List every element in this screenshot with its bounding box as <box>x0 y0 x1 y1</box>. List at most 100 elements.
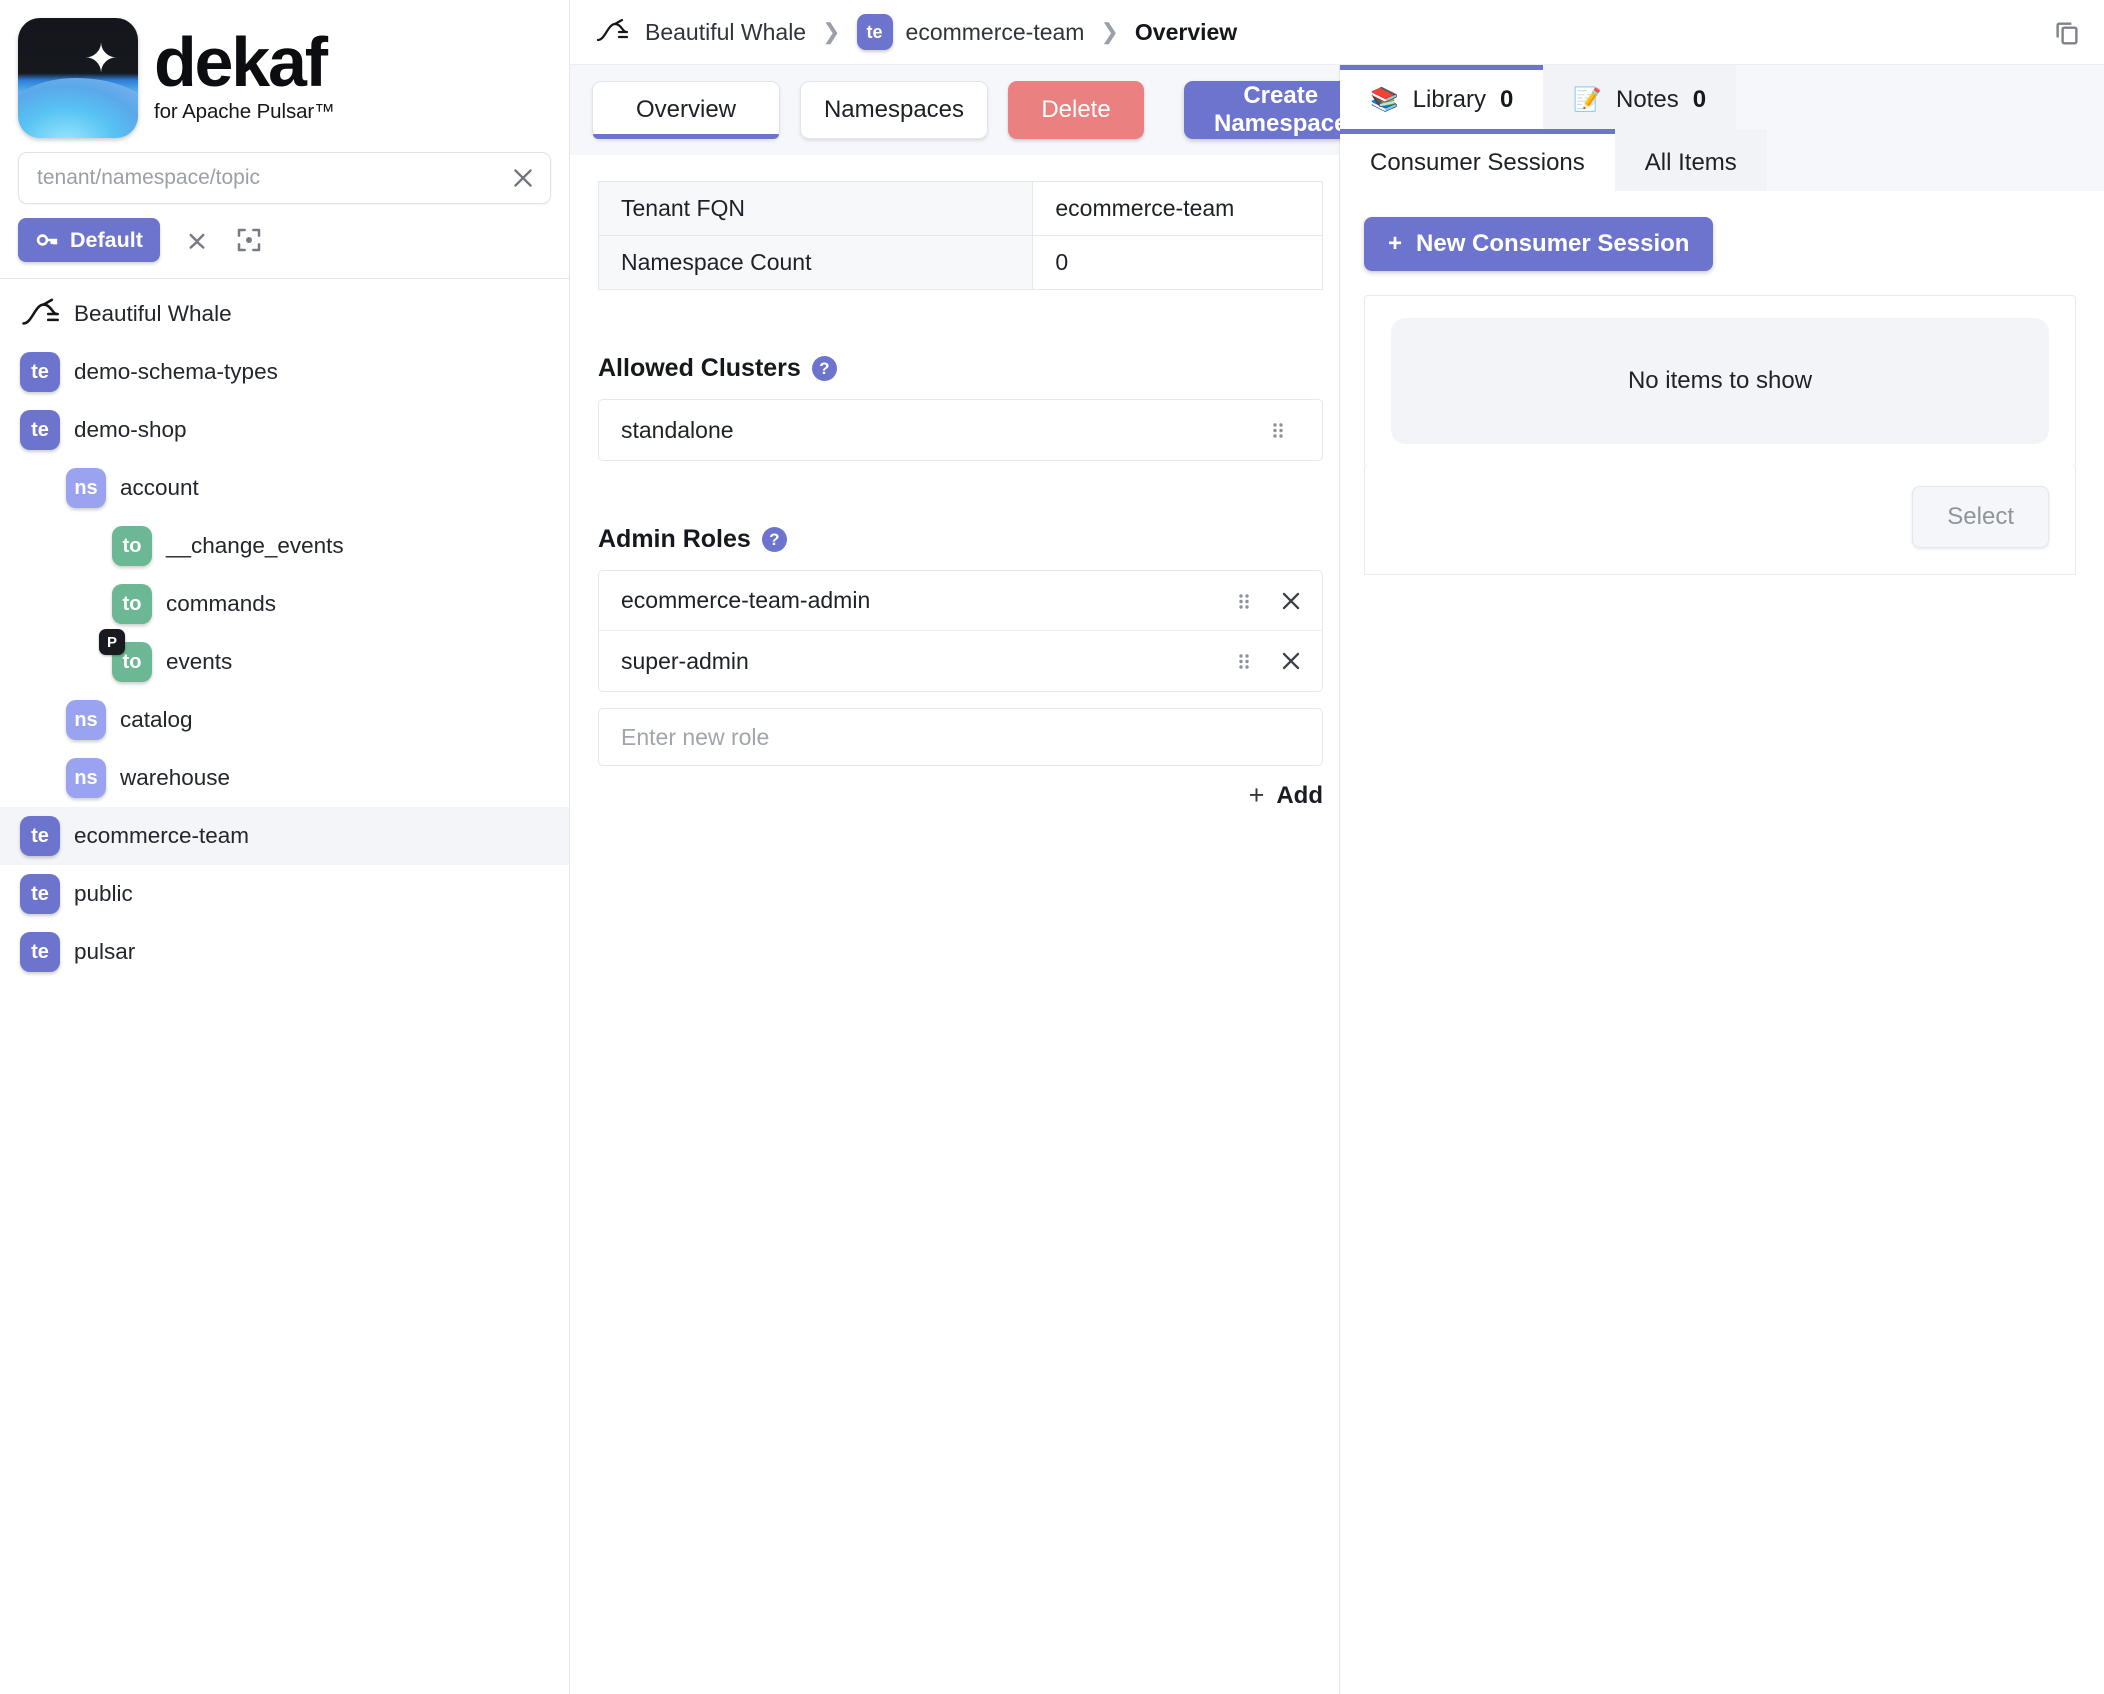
list-item[interactable]: super-admin <box>599 631 1322 691</box>
plus-icon: + <box>1248 780 1265 810</box>
tab-namespaces[interactable]: Namespaces <box>800 81 988 139</box>
right-pane: 📚 Library 0 📝 Notes 0 Consumer Sessions … <box>1340 65 2104 1694</box>
tree-item-label: Beautiful Whale <box>74 301 232 326</box>
breadcrumb: Beautiful Whale ❯ te ecommerce-team ❯ Ov… <box>570 0 2104 65</box>
resource-tree: Beautiful Whale te demo-schema-types te … <box>0 279 569 1694</box>
role-name: super-admin <box>621 647 749 674</box>
topic-badge: to <box>112 584 152 624</box>
help-icon[interactable]: ? <box>811 356 837 381</box>
remove-role-icon[interactable] <box>1278 648 1304 674</box>
profile-default-button[interactable]: Default <box>18 218 160 262</box>
breadcrumb-tenant[interactable]: te ecommerce-team <box>856 14 1084 50</box>
tree-item-warehouse[interactable]: ns warehouse <box>0 749 569 807</box>
tab-notes[interactable]: 📝 Notes 0 <box>1543 65 1737 129</box>
brand-name: dekaf <box>154 23 328 101</box>
select-button[interactable]: Select <box>1912 486 2049 548</box>
tenant-badge: te <box>20 352 60 392</box>
list-item[interactable]: standalone <box>599 400 1322 460</box>
tree-item-pulsar[interactable]: te pulsar <box>0 923 569 981</box>
action-bar: Overview Namespaces Delete Create Namesp… <box>570 65 1378 155</box>
tree-item-label: catalog <box>120 707 193 732</box>
tree-item-account[interactable]: ns account <box>0 459 569 517</box>
breadcrumb-page: Overview <box>1135 19 1237 46</box>
brand-header: ✦ dekaf for Apache Pulsar™ <box>0 0 569 142</box>
row-key: Namespace Count <box>598 235 1034 290</box>
tenant-badge: te <box>20 816 60 856</box>
tree-item-label: commands <box>166 591 277 616</box>
cluster-name: standalone <box>621 416 734 443</box>
tree-item-change-events[interactable]: to __change_events <box>0 517 569 575</box>
list-item[interactable]: ecommerce-team-admin <box>599 571 1322 631</box>
select-row: Select <box>1364 466 2076 575</box>
tree-item-demo-schema-types[interactable]: te demo-schema-types <box>0 343 569 401</box>
brand-text: dekaf for Apache Pulsar™ <box>154 18 335 124</box>
tab-library[interactable]: 📚 Library 0 <box>1340 65 1544 129</box>
content-split: Overview Namespaces Delete Create Namesp… <box>570 65 2104 1694</box>
new-role-input[interactable] <box>598 708 1323 766</box>
tree-item-label: account <box>120 475 199 500</box>
admin-roles-heading: Admin Roles ? <box>598 525 1323 554</box>
search-area <box>0 142 569 204</box>
right-pane-subtabs: Consumer Sessions All Items <box>1340 129 2104 191</box>
tenant-badge: te <box>20 874 60 914</box>
tree-item-commands[interactable]: to commands <box>0 575 569 633</box>
delete-button[interactable]: Delete <box>1008 81 1144 139</box>
focus-target-icon[interactable] <box>234 225 264 255</box>
namespace-badge: ns <box>66 758 106 798</box>
subtab-consumer-sessions[interactable]: Consumer Sessions <box>1340 129 1615 191</box>
topic-badge: P to <box>99 629 152 682</box>
table-row: Tenant FQN ecommerce-team <box>598 181 1323 236</box>
tabs-filler <box>1736 65 2104 129</box>
row-key: Tenant FQN <box>598 181 1034 236</box>
drag-handle-icon[interactable] <box>1232 649 1256 673</box>
tree-item-events[interactable]: P to events <box>0 629 569 691</box>
dekaf-logo-icon: ✦ <box>18 18 138 138</box>
section-title: Admin Roles <box>598 525 751 553</box>
center-pane: Overview Namespaces Delete Create Namesp… <box>570 65 1378 1694</box>
plus-icon: + <box>1388 230 1403 257</box>
tree-item-ecommerce-team[interactable]: te ecommerce-team <box>0 807 569 865</box>
remove-role-icon[interactable] <box>1278 588 1304 614</box>
table-row: Namespace Count 0 <box>598 235 1323 290</box>
tab-library-label: Library <box>1412 85 1486 113</box>
copy-icon[interactable] <box>2052 17 2082 47</box>
whale-icon <box>596 18 629 42</box>
breadcrumb-cluster[interactable]: Beautiful Whale <box>592 18 806 46</box>
brand-tagline: for Apache Pulsar™ <box>154 100 335 124</box>
search-input[interactable] <box>19 166 550 190</box>
add-role-label: Add <box>1276 781 1323 809</box>
tenant-overview-table: Tenant FQN ecommerce-team Namespace Coun… <box>598 181 1323 290</box>
tree-item-label: public <box>74 881 133 906</box>
add-role-button[interactable]: + Add <box>1249 780 1323 811</box>
drag-handle-icon[interactable] <box>1266 418 1290 442</box>
profile-label: Default <box>70 227 143 252</box>
tab-notes-label: Notes <box>1616 85 1679 113</box>
new-consumer-session-label: New Consumer Session <box>1416 230 1690 257</box>
tree-item-demo-shop[interactable]: te demo-shop <box>0 401 569 459</box>
sidebar: ✦ dekaf for Apache Pulsar™ Default <box>0 0 570 1694</box>
tree-item-catalog[interactable]: ns catalog <box>0 691 569 749</box>
namespace-badge: ns <box>66 468 106 508</box>
subtab-all-items[interactable]: All Items <box>1614 129 1767 191</box>
add-role-row: + Add <box>598 780 1323 811</box>
right-pane-body: + New Consumer Session No items to show … <box>1340 191 2104 1694</box>
tree-item-label: events <box>166 649 233 674</box>
chevron-right-icon: ❯ <box>822 19 841 44</box>
section-title: Allowed Clusters <box>598 354 801 382</box>
main-column: Beautiful Whale ❯ te ecommerce-team ❯ Ov… <box>570 0 2104 1694</box>
topic-badge: to <box>112 526 152 566</box>
drag-handle-icon[interactable] <box>1232 589 1256 613</box>
tab-overview[interactable]: Overview <box>592 81 780 139</box>
new-consumer-session-button[interactable]: + New Consumer Session <box>1364 217 1714 271</box>
tree-item-public[interactable]: te public <box>0 865 569 923</box>
collapse-all-icon[interactable] <box>182 225 212 255</box>
overview-body: Tenant FQN ecommerce-team Namespace Coun… <box>570 155 1339 1694</box>
chevron-right-icon: ❯ <box>1100 19 1119 44</box>
breadcrumb-page-label: Overview <box>1134 18 1238 45</box>
tree-item-beautiful-whale[interactable]: Beautiful Whale <box>0 285 569 343</box>
breadcrumb-cluster-label: Beautiful Whale <box>645 18 807 45</box>
tenant-badge: te <box>20 932 60 972</box>
tree-item-label: __change_events <box>166 533 344 558</box>
clear-search-icon[interactable] <box>510 165 536 191</box>
help-icon[interactable]: ? <box>761 527 787 552</box>
